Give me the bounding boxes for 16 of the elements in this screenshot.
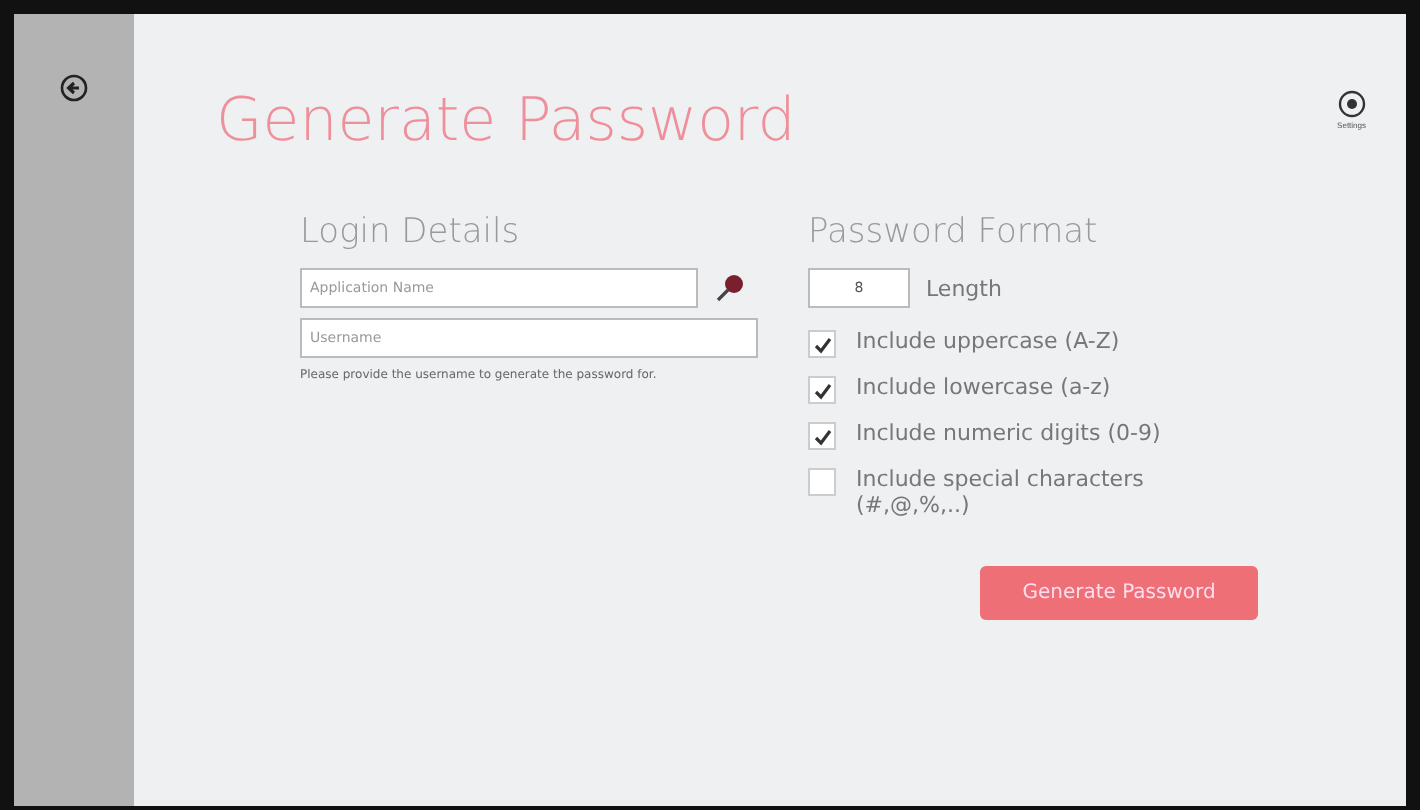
checkbox[interactable]: [808, 376, 836, 404]
checkbox[interactable]: [808, 468, 836, 496]
option-label: Include uppercase (A-Z): [856, 328, 1120, 354]
page-title: Generate Password: [216, 86, 796, 156]
option-label: Include lowercase (a-z): [856, 374, 1111, 400]
checkbox[interactable]: [808, 422, 836, 450]
back-icon[interactable]: [60, 74, 88, 102]
section-heading: Password Format: [808, 212, 1100, 252]
check-icon: [813, 427, 831, 445]
checkbox[interactable]: [808, 330, 836, 358]
option-label: Include numeric digits (0-9): [856, 420, 1161, 446]
check-icon: [813, 335, 831, 353]
section-heading: Login Details: [300, 212, 522, 252]
check-icon: [813, 381, 831, 399]
length-label: Length: [926, 275, 1002, 301]
option-label: Include special characters (#,@,%,..): [856, 466, 1146, 518]
